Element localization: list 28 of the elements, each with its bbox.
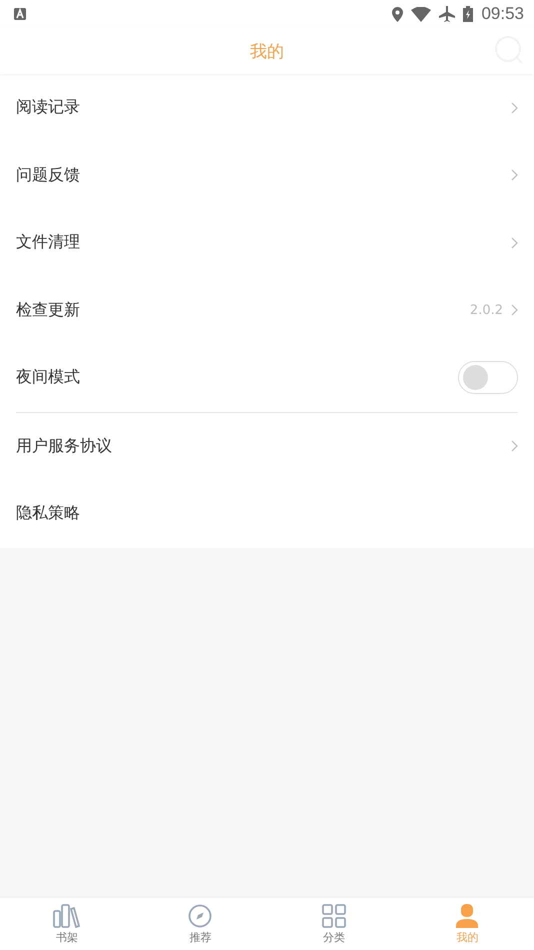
chevron-right-icon <box>511 304 518 316</box>
notification-icon <box>14 8 26 20</box>
chevron-right-icon <box>511 440 518 452</box>
airplane-icon <box>439 6 456 22</box>
compass-icon <box>188 904 212 928</box>
grid-icon <box>322 904 346 928</box>
clock: 09:53 <box>481 4 524 24</box>
chevron-right-icon <box>511 236 518 249</box>
books-icon <box>52 904 81 928</box>
menu-item[interactable]: 检查更新 2.0.2 <box>16 276 518 344</box>
menu-item[interactable]: 文件清理 <box>16 209 518 276</box>
wifi-icon <box>411 6 432 22</box>
tab[interactable]: 分类 <box>267 898 400 950</box>
tab[interactable]: 推荐 <box>134 898 267 950</box>
menu-item[interactable]: 阅读记录 <box>16 74 518 142</box>
menu-label: 夜间模式 <box>16 367 81 388</box>
location-icon <box>392 6 404 22</box>
tab[interactable]: 书架 <box>0 898 134 950</box>
battery-icon <box>463 6 474 22</box>
menu-item[interactable]: 问题反馈 <box>16 142 518 209</box>
menu-item[interactable]: 隐私策略 <box>16 480 518 548</box>
toggle-switch[interactable] <box>458 361 518 394</box>
person-icon <box>456 904 478 928</box>
version-text: 2.0.2 <box>470 302 503 318</box>
chevron-right-icon <box>511 169 518 182</box>
page-title: 我的 <box>250 40 284 62</box>
chevron-right-icon <box>511 102 518 114</box>
menu-item[interactable]: 用户服务协议 <box>16 412 518 480</box>
